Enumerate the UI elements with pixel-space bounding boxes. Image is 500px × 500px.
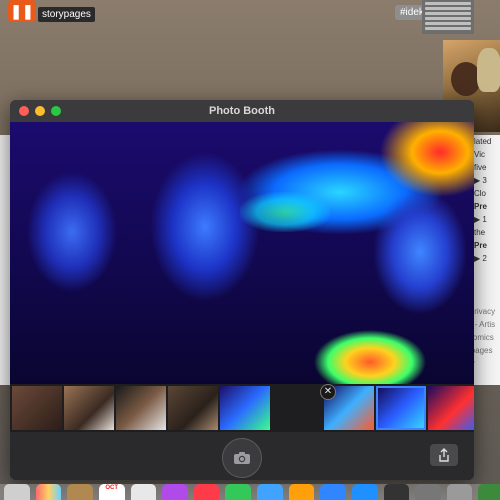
pages-icon[interactable] [288,484,315,500]
dock-icon[interactable] [383,484,410,500]
dock-icon[interactable] [67,484,93,500]
photo-thumbnail[interactable] [272,386,322,430]
photo-booth-window[interactable]: Photo Booth ✕ [10,100,474,480]
zoom-window-button[interactable] [51,106,61,116]
photo-thumbnail-selected[interactable] [376,386,426,430]
dock-icon[interactable] [257,484,283,500]
close-icon: ✕ [323,386,333,397]
camera-preview [10,122,474,384]
photo-thumbnail[interactable] [12,386,62,430]
calendar-icon[interactable]: OCT [98,484,125,500]
dock-icon[interactable] [320,484,346,500]
storypages-tag: storypages [38,7,95,22]
dock: OCT [0,484,500,500]
share-button[interactable] [430,444,458,466]
photos-icon[interactable] [35,484,62,500]
podcasts-icon[interactable] [162,484,188,500]
dock-icon[interactable] [4,484,30,500]
photo-thumbnail[interactable] [116,386,166,430]
photo-thumbnail[interactable] [64,386,114,430]
minimize-window-button[interactable] [35,106,45,116]
share-icon [439,448,449,462]
app-badge-icon: ❚❚ [8,0,36,22]
window-title: Photo Booth [209,105,275,117]
file-list-thumbnail [422,0,474,34]
camera-icon [234,452,250,464]
controls-bar [10,432,474,480]
minecraft-icon[interactable] [478,484,500,500]
photo-thumbnail[interactable] [220,386,270,430]
close-window-button[interactable] [19,106,29,116]
dock-icon[interactable] [225,484,251,500]
photo-thumbnail[interactable] [428,386,474,430]
news-icon[interactable] [193,484,220,500]
app-store-icon[interactable] [351,484,378,500]
dock-icon[interactable] [130,484,157,500]
photo-strip[interactable] [10,384,474,432]
dock-icon[interactable] [415,484,441,500]
photo-thumbnail[interactable] [168,386,218,430]
dock-icon[interactable] [446,484,473,500]
take-photo-button[interactable] [222,438,262,478]
title-bar[interactable]: Photo Booth [10,100,474,123]
delete-photo-button[interactable]: ✕ [320,384,336,400]
